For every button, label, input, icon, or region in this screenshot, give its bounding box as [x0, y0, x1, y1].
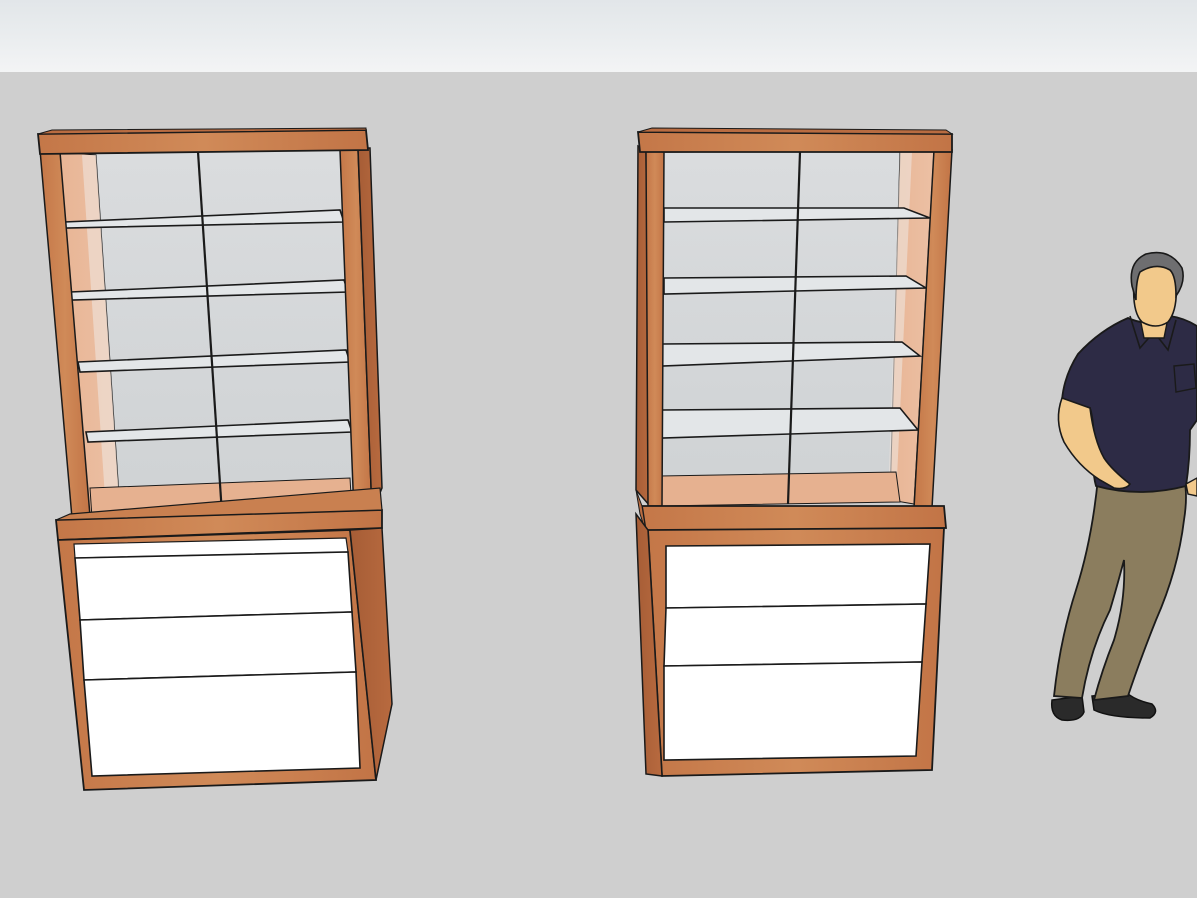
- display-cabinet-left[interactable]: [37, 127, 393, 791]
- drawer-3[interactable]: [83, 671, 361, 777]
- drawer-1[interactable]: [74, 551, 353, 621]
- display-cabinet-right[interactable]: [635, 127, 954, 777]
- drawer-2[interactable]: [79, 611, 357, 681]
- person-icon: [1050, 251, 1197, 722]
- modeling-viewport[interactable]: [0, 0, 1197, 898]
- drawer-stack[interactable]: [663, 543, 931, 761]
- drawer-2[interactable]: [663, 603, 927, 667]
- drawer-3[interactable]: [663, 661, 923, 761]
- cabinet-interior-floor: [659, 471, 901, 507]
- drawer-stack[interactable]: [73, 537, 361, 777]
- drawer-1[interactable]: [665, 543, 931, 609]
- scene-canvas[interactable]: [0, 0, 1197, 898]
- cabinet-crown: [637, 131, 953, 153]
- cabinet-left-stile: [645, 149, 665, 507]
